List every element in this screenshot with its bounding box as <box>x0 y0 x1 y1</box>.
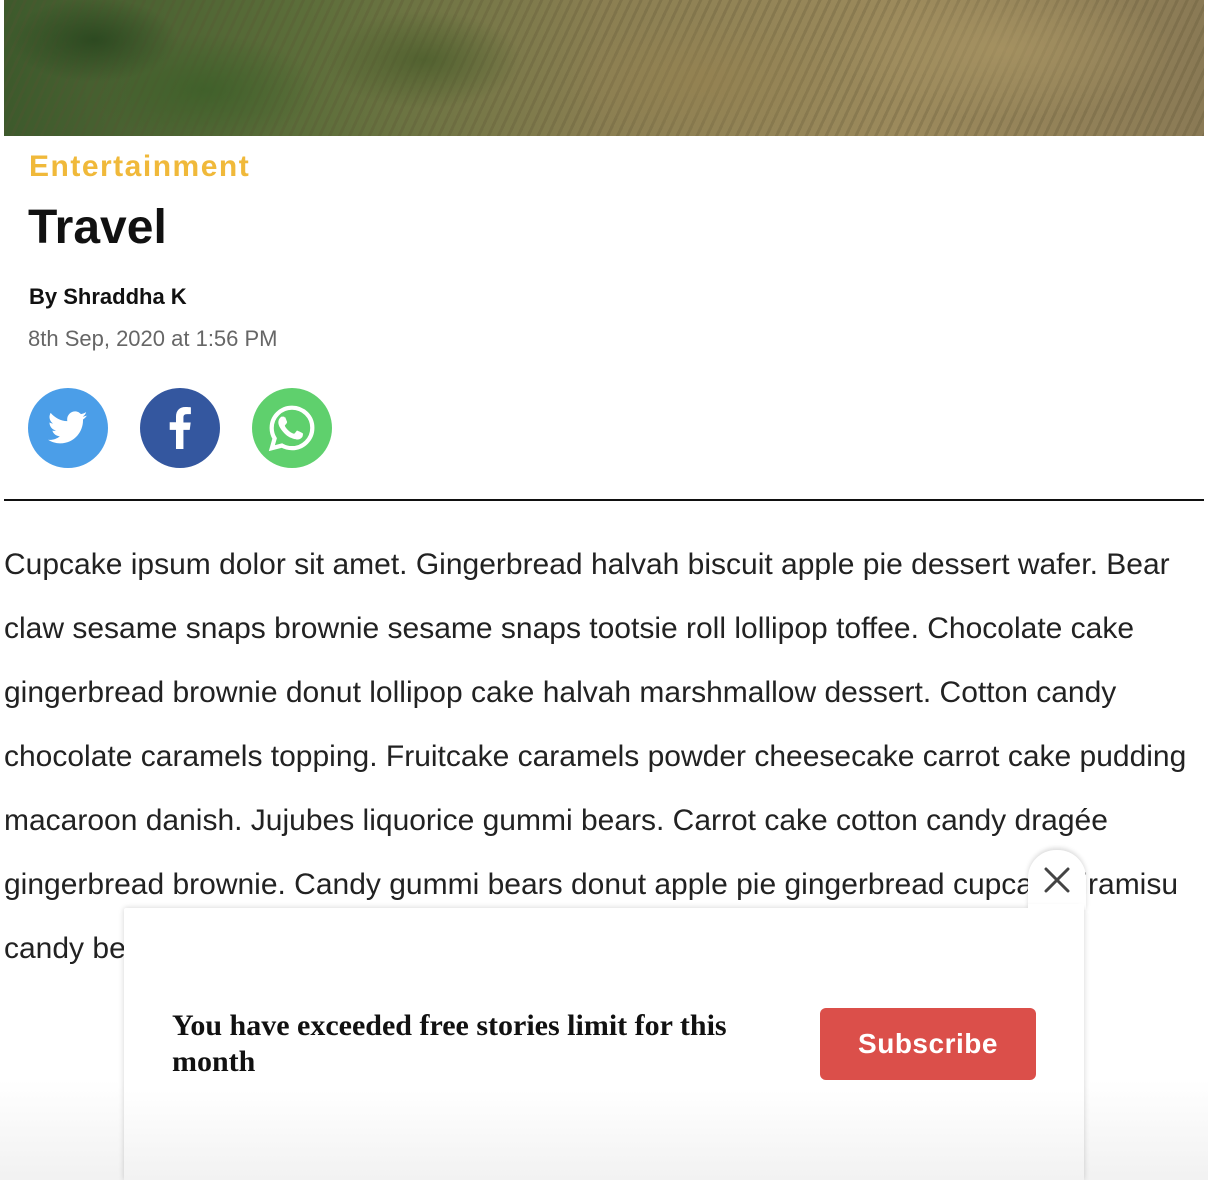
facebook-icon <box>169 407 191 449</box>
close-icon <box>1044 867 1070 893</box>
close-tab-joint <box>1028 904 1084 914</box>
whatsapp-share-button[interactable] <box>252 388 332 468</box>
paywall-fade <box>124 1090 1084 1180</box>
article-title: Travel <box>28 201 167 254</box>
hero-image <box>4 0 1204 136</box>
section-divider <box>4 499 1204 501</box>
paywall-message: You have exceeded free stories limit for… <box>172 1009 727 1078</box>
article-page: Entertainment Travel By Shraddha K 8th S… <box>0 0 1208 1180</box>
twitter-share-button[interactable] <box>28 388 108 468</box>
article-category[interactable]: Entertainment <box>29 150 250 184</box>
article-byline: By Shraddha K <box>29 284 187 309</box>
paywall-banner: You have exceeded free stories limit for… <box>124 908 1084 1180</box>
whatsapp-icon <box>268 405 315 452</box>
paywall-close-button[interactable] <box>1028 850 1086 910</box>
subscribe-button[interactable]: Subscribe <box>820 1008 1036 1080</box>
share-buttons <box>28 388 332 468</box>
twitter-icon <box>48 411 88 444</box>
article-date: 8th Sep, 2020 at 1:56 PM <box>28 326 278 351</box>
facebook-share-button[interactable] <box>140 388 220 468</box>
